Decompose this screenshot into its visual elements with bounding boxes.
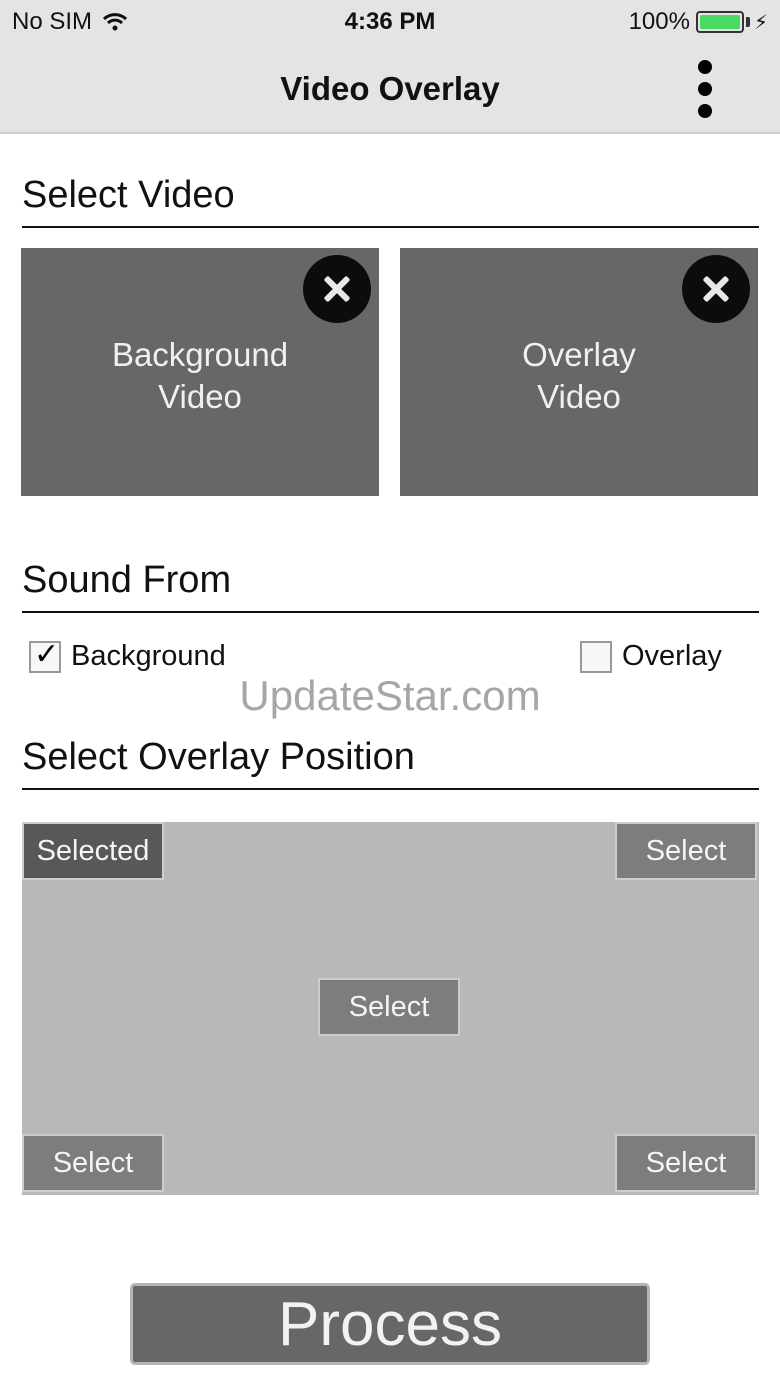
sound-background-checkbox[interactable] bbox=[29, 637, 61, 673]
position-bottom-right-button[interactable]: Select bbox=[615, 1134, 757, 1192]
sound-background-label: Background bbox=[71, 640, 226, 672]
overlay-position-heading: Select Overlay Position bbox=[22, 736, 415, 778]
menu-dot bbox=[698, 60, 712, 74]
watermark-text: UpdateStar.com bbox=[239, 672, 541, 719]
background-video-close-icon[interactable] bbox=[303, 255, 371, 323]
sound-overlay-option[interactable]: Overlay bbox=[580, 640, 722, 673]
sound-overlay-checkbox[interactable] bbox=[580, 640, 612, 673]
charging-icon: ⚡ bbox=[753, 11, 768, 34]
battery-tip bbox=[745, 17, 750, 27]
battery-percent: 100% bbox=[628, 8, 690, 35]
select-video-heading: Select Video bbox=[22, 174, 235, 216]
background-video-tile[interactable]: Background Video bbox=[21, 248, 379, 496]
position-center-button[interactable]: Select bbox=[318, 978, 460, 1036]
position-top-left-button[interactable]: Selected bbox=[22, 822, 164, 880]
overlay-position-divider bbox=[22, 788, 759, 790]
status-bar: No SIM 4:36 PM 100% ⚡ bbox=[0, 0, 780, 44]
sound-background-option[interactable]: Background bbox=[29, 637, 226, 673]
sound-overlay-label: Overlay bbox=[622, 640, 722, 672]
overlay-video-label-line2: Video bbox=[537, 378, 621, 415]
menu-dot bbox=[698, 82, 712, 96]
overlay-video-label-line1: Overlay bbox=[522, 336, 636, 373]
sound-from-divider bbox=[22, 611, 759, 613]
more-vertical-icon[interactable] bbox=[688, 58, 722, 120]
battery-fill bbox=[699, 15, 740, 29]
battery-icon bbox=[695, 11, 744, 33]
select-video-divider bbox=[22, 226, 759, 228]
background-video-label-line2: Video bbox=[158, 378, 242, 415]
position-top-right-button[interactable]: Select bbox=[615, 822, 757, 880]
status-right: 100% ⚡ bbox=[629, 8, 768, 36]
background-video-label-line1: Background bbox=[111, 336, 289, 373]
process-button[interactable]: Process bbox=[130, 1283, 650, 1365]
sound-from-heading: Sound From bbox=[22, 559, 232, 601]
overlay-position-area: Selected Select Select Select Select bbox=[22, 822, 759, 1195]
page-title: Video Overlay bbox=[280, 70, 500, 107]
overlay-video-tile[interactable]: Overlay Video bbox=[400, 248, 758, 496]
background-video-label: Background Video bbox=[21, 334, 379, 418]
nav-bar: Video Overlay bbox=[0, 44, 780, 134]
overlay-video-close-icon[interactable] bbox=[682, 255, 750, 323]
menu-dot bbox=[698, 104, 712, 118]
position-bottom-left-button[interactable]: Select bbox=[22, 1134, 164, 1192]
overlay-video-label: Overlay Video bbox=[400, 334, 758, 418]
